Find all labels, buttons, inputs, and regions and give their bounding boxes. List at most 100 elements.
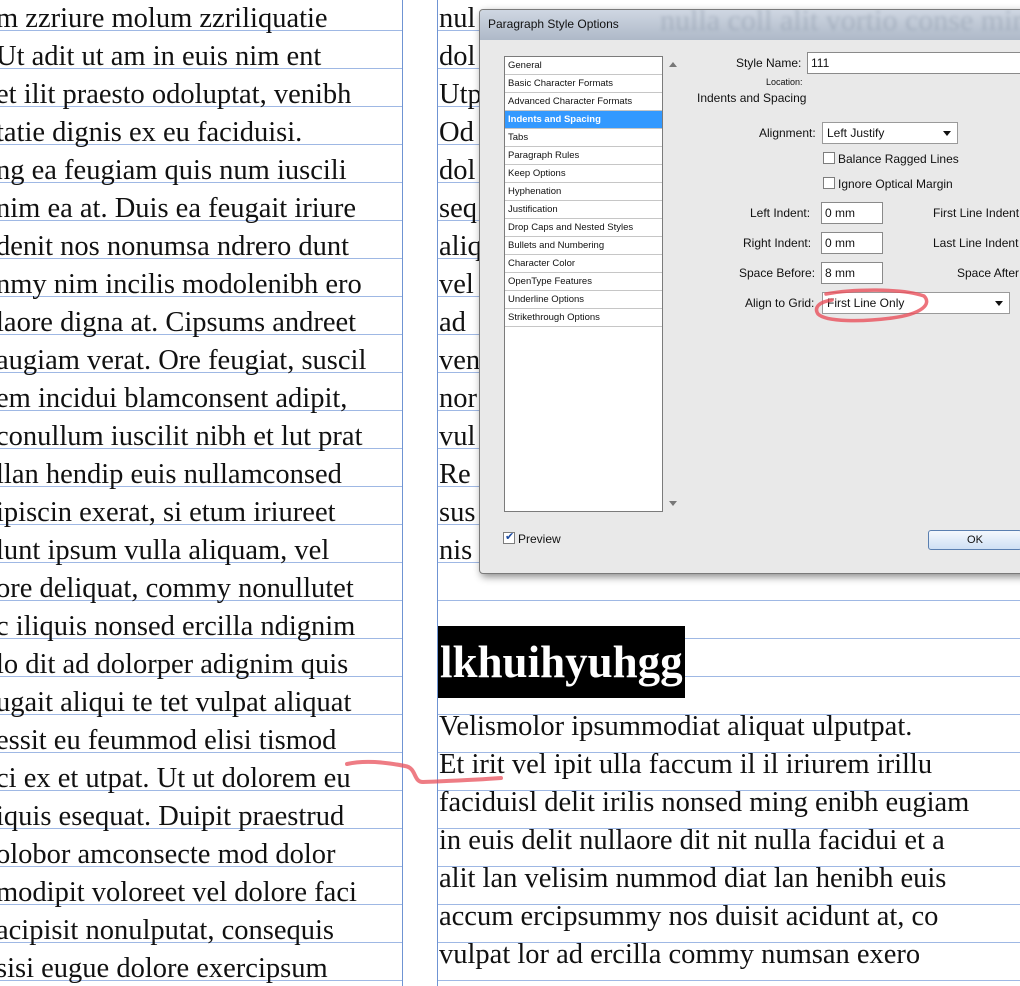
last-line-indent-label: Last Line Indent <box>933 236 1019 250</box>
text-line: ci ex et utpat. Ut ut dolorem eu <box>0 763 351 794</box>
text-line: olobor amconsecte mod dolor <box>0 839 336 870</box>
text-line: Velismolor ipsummodiat aliquat ulputpat. <box>439 711 913 742</box>
text-line: essit eu feummod elisi tismod <box>0 725 337 756</box>
category-item[interactable]: Justification <box>505 201 662 219</box>
category-item[interactable]: Paragraph Rules <box>505 147 662 165</box>
chevron-down-icon <box>943 131 951 136</box>
text-line: ore deliquat, commy nonullutet <box>0 573 354 604</box>
text-line: nmy nim incilis modolenibh ero <box>0 269 362 300</box>
text-line: vulpat lor ad ercilla commy numsan exero <box>439 939 921 970</box>
align-grid-value: First Line Only <box>827 296 905 310</box>
category-item[interactable]: General <box>505 57 662 75</box>
text-line: et ilit praesto odoluptat, venibh <box>0 79 352 110</box>
left-text-column: m zzriure molum zzriliquatie Ut adit ut … <box>0 0 403 986</box>
text-line: nul <box>439 3 476 34</box>
category-item[interactable]: Basic Character Formats <box>505 75 662 93</box>
category-item[interactable]: Character Color <box>505 255 662 273</box>
text-line: Et irit vel ipit ulla faccum il il iriur… <box>439 749 933 780</box>
align-grid-label: Align to Grid: <box>745 296 815 310</box>
checkmark-icon: ✔ <box>505 531 515 543</box>
ok-button[interactable]: OK <box>928 530 1020 550</box>
category-item[interactable]: OpenType Features <box>505 273 662 291</box>
right-indent-input[interactable]: 0 mm <box>821 232 883 254</box>
titlebar-glass-text: nulla coll alit vortio conse minci crius… <box>660 10 1020 37</box>
category-scrollbar[interactable] <box>664 56 681 512</box>
scroll-up-icon[interactable] <box>669 62 677 67</box>
alignment-dropdown[interactable]: Left Justify <box>822 122 958 144</box>
text-line: faciduisl delit irilis nonsed ming enibh… <box>439 787 970 818</box>
text-line: acipisit nonulputat, consequis <box>0 915 334 946</box>
right-column-top-lines: nul dol Utp Od dol seq aliq vel ad ven nor vul Re sus… <box>438 0 482 570</box>
text-line: Od <box>439 117 474 148</box>
space-after-label: Space After <box>957 266 1020 280</box>
text-line: ipiscin exerat, si etum iriureet <box>0 497 336 528</box>
chevron-down-icon <box>995 301 1003 306</box>
heading-paragraph[interactable]: lkhuihyuhgg <box>438 626 685 698</box>
balance-ragged-checkbox[interactable] <box>823 152 835 164</box>
category-item[interactable]: Drop Caps and Nested Styles <box>505 219 662 237</box>
text-line: in euis delit nullaore dit nit nulla fac… <box>439 825 945 856</box>
alignment-value: Left Justify <box>827 126 885 140</box>
scroll-down-icon[interactable] <box>669 501 677 506</box>
dialog-titlebar[interactable]: nulla coll alit vortio conse minci crius… <box>480 10 1020 40</box>
category-item[interactable]: Underline Options <box>505 291 662 309</box>
category-item[interactable]: Advanced Character Formats <box>505 93 662 111</box>
text-line: Ut adit ut am in euis nim ent <box>0 41 322 72</box>
left-indent-input[interactable]: 0 mm <box>821 202 883 224</box>
text-line: m zzriure molum zzriliquatie <box>0 3 328 34</box>
preview-checkbox[interactable]: ✔ <box>503 531 515 544</box>
text-line: alit lan velisim nummod diat lan henibh … <box>439 863 947 894</box>
text-line: c iliquis nonsed ercilla ndignim <box>0 611 356 642</box>
column-gutter <box>403 0 437 986</box>
ignore-optical-label[interactable]: Ignore Optical Margin <box>838 177 953 191</box>
category-list[interactable]: General Basic Character Formats Advanced C… <box>504 56 663 512</box>
alignment-label: Alignment: <box>759 126 816 140</box>
category-item[interactable]: Indents and Spacing <box>505 111 662 129</box>
align-grid-dropdown[interactable]: First Line Only <box>822 292 1010 314</box>
text-line: conullum iuscilit nibh et lut prat <box>0 421 363 452</box>
dialog-title: Paragraph Style Options <box>488 17 619 31</box>
text-line: lunt ipsum vulla aliquam, vel <box>0 535 330 566</box>
space-before-input[interactable]: 8 mm <box>821 262 883 284</box>
text-line: augiam verat. Ore feugiat, suscil <box>0 345 367 376</box>
text-line: Utp <box>439 79 482 110</box>
section-title: Indents and Spacing <box>697 91 807 105</box>
category-item[interactable]: Bullets and Numbering <box>505 237 662 255</box>
text-line: dol <box>439 155 476 186</box>
text-line: ad <box>439 307 466 338</box>
category-item[interactable]: Tabs <box>505 129 662 147</box>
right-indent-label: Right Indent: <box>743 236 812 250</box>
text-line: lo dit ad dolorper adignim quis <box>0 649 349 680</box>
text-line: denit nos nonumsa ndrero dunt <box>0 231 350 262</box>
text-line: accum ercipsummy nos duisit acidunt at, … <box>439 901 939 932</box>
text-line: modipit voloreet vel dolore faci <box>0 877 357 908</box>
category-item[interactable]: Strikethrough Options <box>505 309 662 327</box>
space-before-label: Space Before: <box>739 266 816 280</box>
text-line: Re <box>439 459 471 490</box>
preview-label[interactable]: Preview <box>518 532 561 546</box>
balance-ragged-label[interactable]: Balance Ragged Lines <box>838 152 959 166</box>
style-name-label: Style Name: <box>736 56 802 70</box>
text-line: iquis esequat. Duipit praestrud <box>0 801 345 832</box>
text-line: ven <box>439 345 481 376</box>
text-line: vul <box>439 421 476 452</box>
text-line: em incidui blamconsent adipit, <box>0 383 348 414</box>
style-name-input[interactable]: 111 <box>807 52 1020 74</box>
text-line: ng ea feugiam quis num iuscili <box>0 155 347 186</box>
right-column-body-lines: Velismolor ipsummodiat aliquat ulputpat.… <box>438 708 969 974</box>
category-item[interactable]: Keep Options <box>505 165 662 183</box>
text-line: tatie dignis ex eu faciduisi. <box>0 117 303 148</box>
text-line: llan hendip euis nullamconsed <box>0 459 342 490</box>
left-indent-label: Left Indent: <box>750 206 811 220</box>
category-item[interactable]: Hyphenation <box>505 183 662 201</box>
ignore-optical-checkbox[interactable] <box>823 177 835 189</box>
text-line: sisi eugue dolore exercipsum <box>0 953 328 984</box>
text-line: nis <box>439 535 473 566</box>
text-line: dol <box>439 41 476 72</box>
text-line: laore digna at. Cipsums andreet <box>0 307 357 338</box>
text-line: sus <box>439 497 476 528</box>
text-line: nim ea at. Duis ea feugait iriure <box>0 193 357 224</box>
text-line: nor <box>439 383 477 414</box>
text-line: ugait aliqui te tet vulpat aliquat <box>0 687 352 718</box>
text-line: vel <box>439 269 474 300</box>
